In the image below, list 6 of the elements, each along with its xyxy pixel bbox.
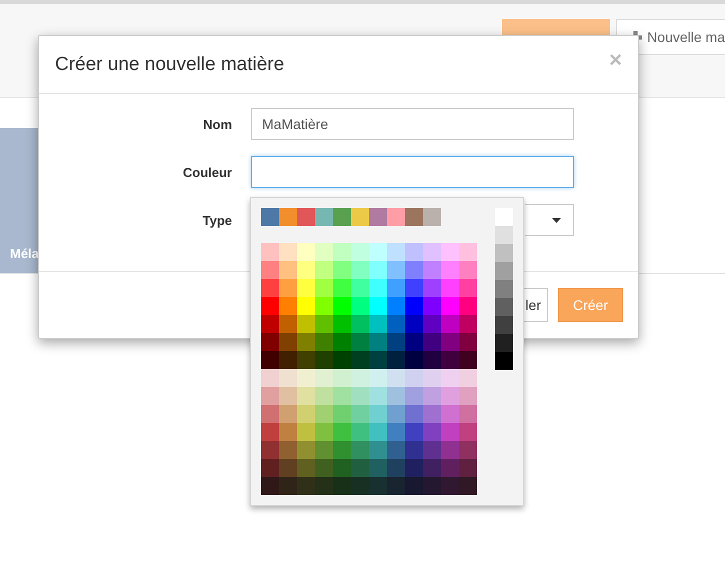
field-label: Type [202,212,233,228]
card-label: Méla [10,246,39,261]
input-field[interactable]: MaMatière [251,108,574,140]
dialog-title: Créer une nouvelle matière [55,54,284,76]
field-label: Couleur [182,164,233,180]
field-label: Nom [202,116,233,132]
